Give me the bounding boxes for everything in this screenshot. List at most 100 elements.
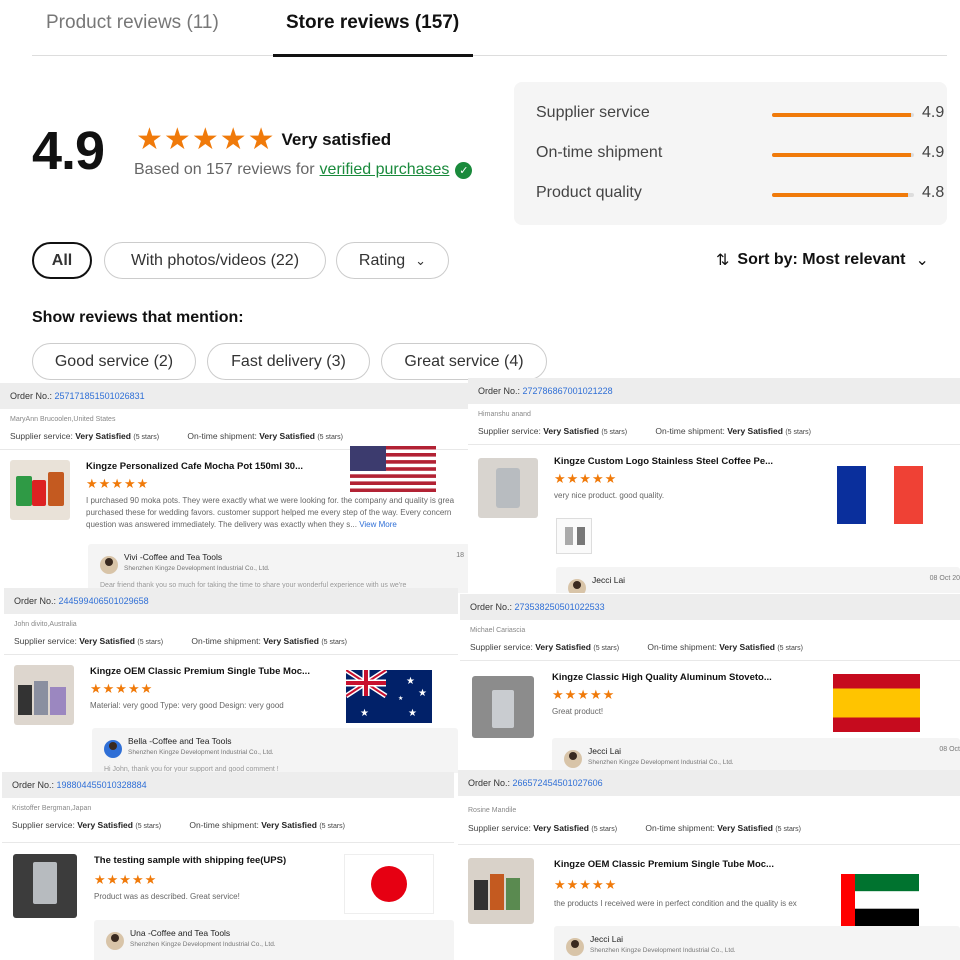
review-basis: Based on 157 reviews for verified purcha… xyxy=(134,161,473,179)
seller-reply: Jecci Lai Shenzhen Kingze Development In… xyxy=(552,738,960,772)
order-number-link[interactable]: 272786867001021228 xyxy=(523,386,613,396)
tab-product-reviews[interactable]: Product reviews (11) xyxy=(46,12,219,34)
product-thumbnail[interactable] xyxy=(472,676,534,738)
reviewer-name: MaryAnn Brucoolen,United States xyxy=(10,416,116,423)
spain-flag-icon xyxy=(833,674,920,732)
reviewer-name: Rosine Mandile xyxy=(468,807,517,814)
stars-count: (5 stars) xyxy=(317,434,344,441)
svg-text:★: ★ xyxy=(360,708,369,719)
stars-count: (5 stars) xyxy=(137,639,164,646)
product-title[interactable]: The testing sample with shipping fee(UPS… xyxy=(94,855,286,866)
uae-flag-icon xyxy=(841,874,919,926)
product-thumbnail[interactable] xyxy=(13,854,77,918)
reply-company: Shenzhen Kingze Development Industrial C… xyxy=(124,565,270,572)
rating-bar-fill xyxy=(772,113,912,117)
ontime-value: Very Satisfied xyxy=(263,636,319,646)
service-ratings: Supplier service: Very Satisfied (5 star… xyxy=(470,642,803,652)
divider xyxy=(460,660,960,661)
review-text: I purchased 90 moka pots. They were exac… xyxy=(86,495,454,531)
order-number-link[interactable]: 266572454501027606 xyxy=(513,778,603,788)
reply-author: Bella -Coffee and Tea Tools xyxy=(128,736,232,746)
avatar xyxy=(564,750,582,768)
rating-ontime-shipment: On-time shipment 4.9 xyxy=(536,142,944,166)
reply-date: 08 Oct xyxy=(939,746,960,753)
reply-company: Shenzhen Kingze Development Industrial C… xyxy=(588,759,734,766)
order-number-link[interactable]: 198804455010328884 xyxy=(57,780,147,790)
based-on-text: Based on 157 reviews for xyxy=(134,161,315,178)
product-title[interactable]: Kingze OEM Classic Premium Single Tube M… xyxy=(554,859,774,870)
divider xyxy=(458,844,960,845)
filter-rating-dropdown[interactable]: Rating ⌄ xyxy=(336,242,449,279)
order-label: Order No.: xyxy=(468,778,511,788)
review-text: Material: very good Type: very good Desi… xyxy=(90,701,284,710)
avatar xyxy=(568,579,586,593)
order-label: Order No.: xyxy=(12,780,55,790)
stars-count: (5 stars) xyxy=(135,823,162,830)
supplier-service-value: Very Satisfied xyxy=(543,426,599,436)
product-thumbnail[interactable] xyxy=(10,460,70,520)
stars-count: (5 stars) xyxy=(785,429,812,436)
ontime-label: On-time shipment: xyxy=(647,642,717,652)
review-stars: ★★★★★ xyxy=(94,872,158,887)
reply-author: Jecci Lai xyxy=(592,575,626,585)
product-thumbnail[interactable] xyxy=(478,458,538,518)
supplier-service-label: Supplier service: xyxy=(12,820,75,830)
stars-count: (5 stars) xyxy=(601,429,628,436)
filter-all-button[interactable]: All xyxy=(32,242,92,279)
filter-photos-videos-button[interactable]: With photos/videos (22) xyxy=(104,242,326,279)
reviewer-name: Himanshu anand xyxy=(478,411,531,418)
reviewer-name: John divito,Australia xyxy=(14,621,77,628)
product-title[interactable]: Kingze OEM Classic Premium Single Tube M… xyxy=(90,666,310,677)
sort-dropdown[interactable]: ⇅ Sort by: Most relevant ⌄ xyxy=(716,250,929,270)
ontime-value: Very Satisfied xyxy=(717,823,773,833)
product-thumbnail[interactable] xyxy=(14,665,74,725)
order-number-link[interactable]: 257171851501026831 xyxy=(55,391,145,401)
check-badge-icon: ✓ xyxy=(455,161,473,179)
product-thumbnail[interactable] xyxy=(468,858,534,924)
view-more-link[interactable]: View More xyxy=(359,520,397,529)
tab-store-reviews[interactable]: Store reviews (157) xyxy=(286,12,459,34)
rating-bar-fill xyxy=(772,153,912,157)
seller-reply: Jecci Lai Shenzhen Kingze Development In… xyxy=(554,926,960,960)
service-ratings: Supplier service: Very Satisfied (5 star… xyxy=(478,426,811,436)
star-icon: ★ xyxy=(136,123,163,156)
svg-text:★: ★ xyxy=(406,676,415,687)
reply-date: 18 xyxy=(456,552,464,559)
review-card: Order No.: 273538250501022533 Michael Ca… xyxy=(460,594,960,772)
supplier-service-value: Very Satisfied xyxy=(75,431,131,441)
mention-heading: Show reviews that mention: xyxy=(32,309,244,326)
product-title[interactable]: Kingze Classic High Quality Aluminum Sto… xyxy=(552,672,772,683)
mention-tag-fast-delivery[interactable]: Fast delivery (3) xyxy=(207,343,370,380)
product-title[interactable]: Kingze Personalized Cafe Mocha Pot 150ml… xyxy=(86,461,303,472)
rating-product-quality: Product quality 4.8 xyxy=(536,182,944,206)
star-icon: ★ xyxy=(247,123,275,156)
usa-flag-icon xyxy=(350,446,436,492)
order-number-link[interactable]: 244599406501029658 xyxy=(59,596,149,606)
stars-count: (5 stars) xyxy=(775,826,802,833)
ontime-value: Very Satisfied xyxy=(259,431,315,441)
seller-reply: Una -Coffee and Tea Tools Shenzhen Kingz… xyxy=(94,920,454,960)
divider xyxy=(2,842,454,843)
supplier-service-label: Supplier service: xyxy=(468,823,531,833)
seller-reply: Vivi -Coffee and Tea Tools Shenzhen King… xyxy=(88,544,470,593)
review-photo[interactable] xyxy=(556,518,592,554)
reply-company: Shenzhen Kingze Development Industrial C… xyxy=(130,941,276,948)
avatar xyxy=(566,938,584,956)
svg-text:★: ★ xyxy=(398,695,403,702)
review-text: Product was as described. Great service! xyxy=(94,892,240,901)
mention-tag-great-service[interactable]: Great service (4) xyxy=(381,343,547,380)
reply-date: 08 Oct 20 xyxy=(929,575,960,582)
australia-flag-icon: ★ ★ ★ ★ ★ xyxy=(346,670,432,723)
rating-value: 4.9 xyxy=(922,144,945,161)
review-line: I purchased 90 moka pots. They were exac… xyxy=(86,496,455,505)
mention-tag-good-service[interactable]: Good service (2) xyxy=(32,343,196,380)
review-stars: ★★★★★ xyxy=(86,476,150,491)
rating-value: 4.9 xyxy=(922,104,945,121)
product-title[interactable]: Kingze Custom Logo Stainless Steel Coffe… xyxy=(554,456,773,467)
order-number-link[interactable]: 273538250501022533 xyxy=(515,602,605,612)
stars-count: (5 stars) xyxy=(777,645,804,652)
reply-author: Jecci Lai xyxy=(588,746,622,756)
rating-bar xyxy=(772,113,914,117)
verified-purchases-link[interactable]: verified purchases xyxy=(320,161,450,179)
star-icon: ★ xyxy=(219,123,247,156)
